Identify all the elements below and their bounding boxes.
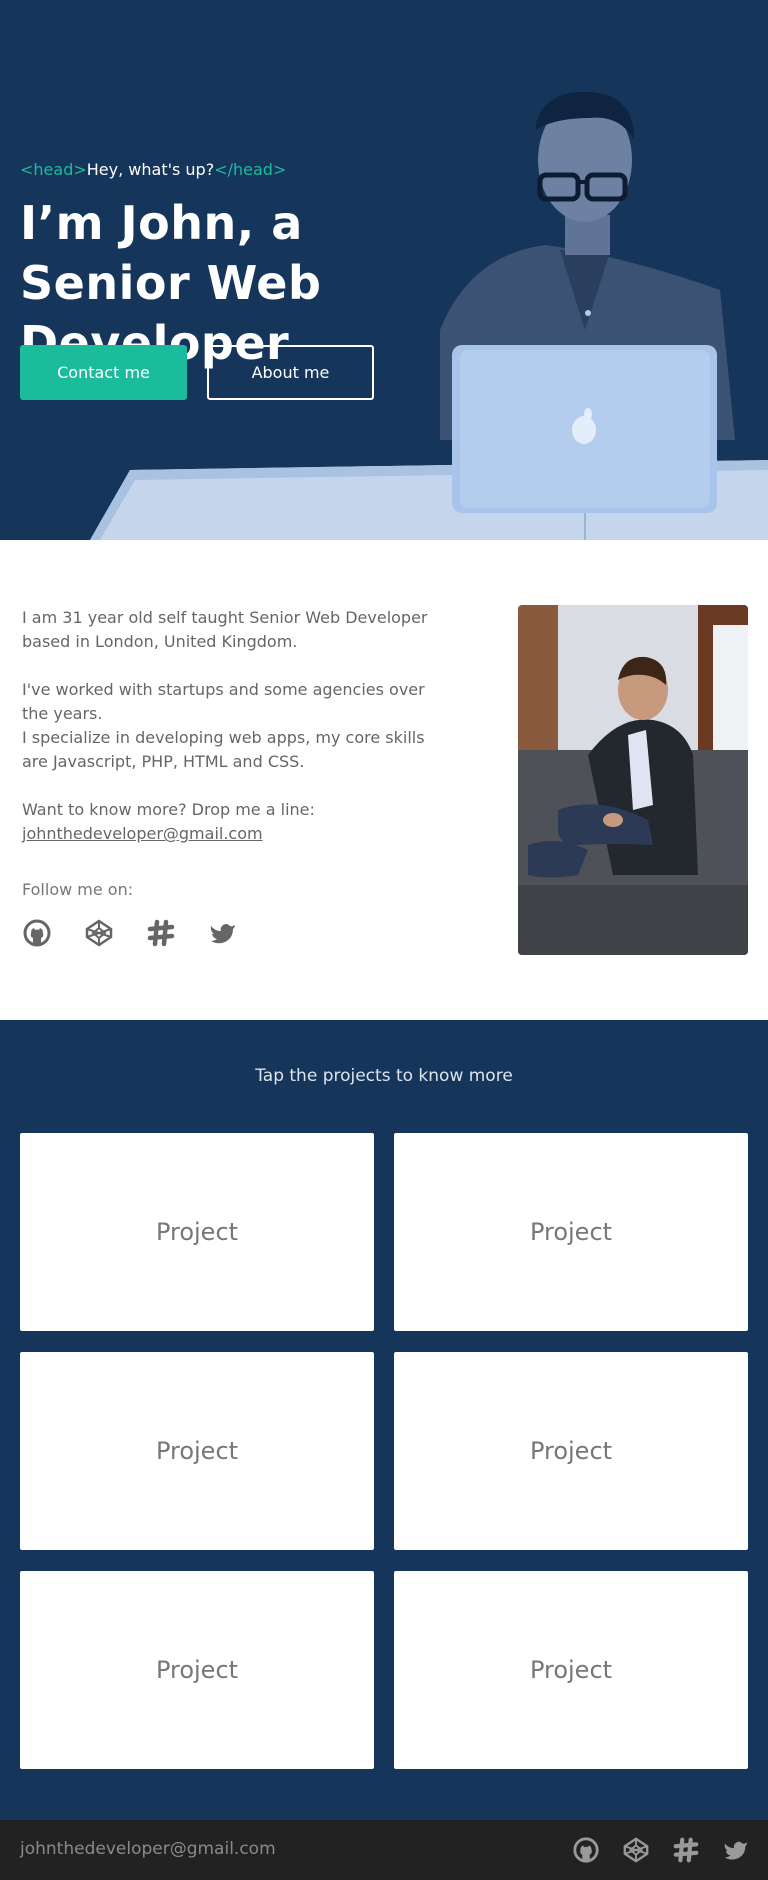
social-links	[22, 918, 238, 948]
eyebrow-open-tag: <head>	[20, 160, 87, 179]
about-experience: I've worked with startups and some agenc…	[22, 680, 425, 723]
about-contact-prompt: Want to know more? Drop me a line:	[22, 800, 315, 819]
contact-me-button[interactable]: Contact me	[20, 345, 187, 400]
hero-eyebrow: <head>Hey, what's up?</head>	[20, 160, 480, 179]
projects-grid: Project Project Project Project Project …	[20, 1133, 748, 1769]
hero-content: <head>Hey, what's up?</head> I’m John, a…	[20, 160, 480, 373]
hero-buttons: Contact me About me	[20, 345, 374, 400]
about-intro: I am 31 year old self taught Senior Web …	[22, 608, 428, 651]
footer-social-links	[572, 1836, 750, 1864]
project-card-5[interactable]: Project	[20, 1571, 374, 1769]
footer-email-link[interactable]: johnthedeveloper@gmail.com	[20, 1839, 276, 1859]
project-card-6[interactable]: Project	[394, 1571, 748, 1769]
about-email-link[interactable]: johnthedeveloper@gmail.com	[22, 824, 263, 843]
about-me-button[interactable]: About me	[207, 345, 374, 400]
about-section: I am 31 year old self taught Senior Web …	[0, 540, 768, 1020]
portrait-photo	[518, 605, 748, 955]
projects-section: Tap the projects to know more Project Pr…	[0, 1020, 768, 1820]
about-text: I am 31 year old self taught Senior Web …	[22, 606, 442, 846]
github-icon[interactable]	[22, 918, 52, 948]
project-card-4[interactable]: Project	[394, 1352, 748, 1550]
project-card-2[interactable]: Project	[394, 1133, 748, 1331]
about-skills: I specialize in developing web apps, my …	[22, 728, 425, 771]
slack-icon[interactable]	[146, 918, 176, 948]
github-icon[interactable]	[572, 1836, 600, 1864]
project-card-1[interactable]: Project	[20, 1133, 374, 1331]
projects-intro: Tap the projects to know more	[255, 1066, 513, 1086]
eyebrow-close-tag: </head>	[214, 160, 287, 179]
follow-label: Follow me on:	[22, 880, 134, 899]
twitter-icon[interactable]	[722, 1836, 750, 1864]
eyebrow-text: Hey, what's up?	[86, 160, 215, 179]
hero-section: <head>Hey, what's up?</head> I’m John, a…	[0, 0, 768, 540]
twitter-icon[interactable]	[208, 918, 238, 948]
slack-icon[interactable]	[672, 1836, 700, 1864]
codepen-icon[interactable]	[622, 1836, 650, 1864]
project-card-3[interactable]: Project	[20, 1352, 374, 1550]
codepen-icon[interactable]	[84, 918, 114, 948]
footer: johnthedeveloper@gmail.com	[0, 1820, 768, 1880]
